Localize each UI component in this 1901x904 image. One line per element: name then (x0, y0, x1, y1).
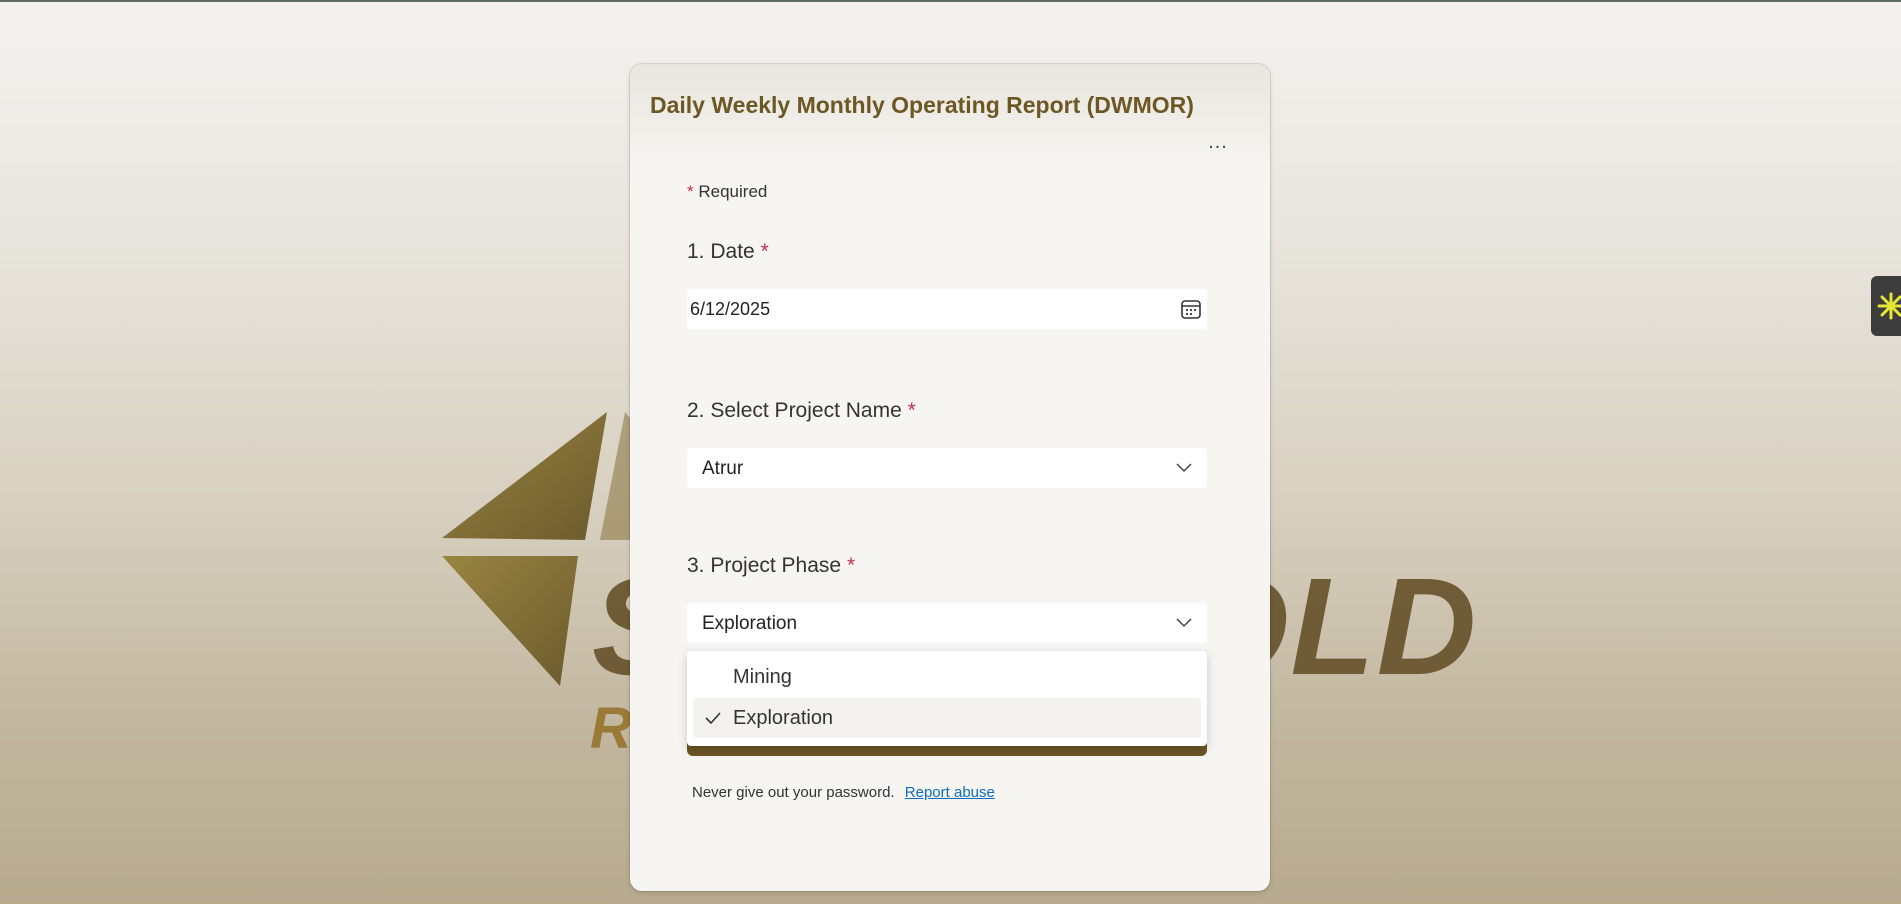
chevron-down-icon (1176, 618, 1192, 628)
form-footer: Never give out your password. Report abu… (692, 784, 995, 801)
form-header: Daily Weekly Monthly Operating Report (D… (630, 64, 1270, 164)
required-text: Required (698, 182, 768, 201)
question-3-required-star: * (846, 554, 856, 577)
question-2-required-star: * (907, 399, 916, 422)
sparkle-icon (1877, 292, 1901, 320)
password-notice: Never give out your password. (692, 784, 895, 801)
question-1-label: 1. Date * (687, 240, 769, 264)
report-abuse-link[interactable]: Report abuse (905, 784, 995, 801)
project-name-value: Atrur (702, 458, 744, 479)
more-options-button[interactable]: ... (1202, 132, 1234, 158)
checkmark-icon (705, 712, 721, 725)
project-phase-value: Exploration (702, 613, 798, 634)
date-input[interactable]: 6/12/2025 (687, 289, 1207, 329)
project-phase-dropdown[interactable]: Exploration (687, 603, 1207, 643)
form-card: Daily Weekly Monthly Operating Report (D… (630, 64, 1270, 891)
required-star: * (687, 182, 694, 201)
question-1-required-star: * (760, 240, 769, 263)
chevron-down-icon (1176, 463, 1192, 473)
required-note: * Required (687, 182, 767, 202)
option-mining[interactable]: Mining (693, 657, 1201, 697)
option-label: Exploration (733, 707, 834, 729)
form-title: Daily Weekly Monthly Operating Report (D… (650, 92, 1194, 118)
question-3-text: Project Phase (710, 554, 842, 577)
option-exploration[interactable]: Exploration (693, 698, 1201, 738)
question-1-number: 1. (687, 240, 705, 263)
side-widget-button[interactable] (1871, 276, 1901, 336)
question-2-number: 2. (687, 399, 705, 422)
question-1-text: Date (710, 240, 755, 263)
question-2-label: 2. Select Project Name * (687, 399, 916, 423)
question-3-number: 3. (687, 554, 705, 577)
calendar-icon[interactable] (1179, 297, 1203, 321)
project-phase-options-list: Mining Exploration (687, 651, 1207, 746)
question-2-text: Select Project Name (710, 399, 902, 422)
project-name-dropdown[interactable]: Atrur (687, 448, 1207, 488)
question-3-label: 3. Project Phase * (687, 554, 855, 578)
date-value: 6/12/2025 (690, 299, 771, 319)
top-border (0, 0, 1901, 2)
option-label: Mining (733, 666, 792, 688)
